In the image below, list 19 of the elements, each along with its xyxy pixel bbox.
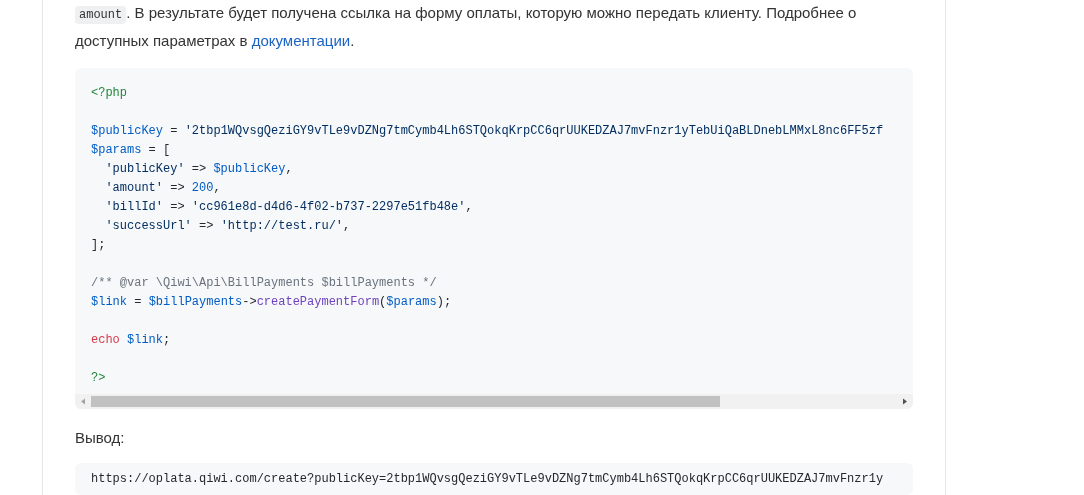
code-line: $link = $billPayments->createPaymentForm($params); [91, 294, 453, 311]
code-line: <?php [91, 85, 128, 102]
code-line: 'successUrl' => 'http://test.ru/', [104, 218, 352, 235]
code-line: 'publicKey' => $publicKey, [104, 161, 294, 178]
output-url: https://oplata.qiwi.com/create?publicKey=2tbp1WQvsgQeziGY9vTLe9vDZNg7tmCymb4Lh6STQokqKrpCC6qrUUKEDZAJ7mvFnzr1y [91, 471, 885, 487]
documentation-link[interactable]: документации [251, 32, 351, 49]
inline-code: amount [75, 6, 127, 24]
code-line: $params = [ [91, 142, 172, 159]
output-label: Вывод: [75, 428, 126, 448]
code-line: $publicKey = '2tbp1WQvsgQeziGY9vTLe9vDZNg7tmCymb4Lh6STQokqKrpCC6qrUUKEDZAJ7mvFnzr1yTebUiQaBLDnebLMMxL8nc6FF5zf [91, 123, 885, 140]
code-line: ]; [91, 237, 107, 254]
code-line: 'billId' => 'cc961e8d-d4d6-4f02-b737-2297e51fb48e', [104, 199, 474, 216]
code-line: 'amount' => 200, [104, 180, 222, 197]
horizontal-scrollbar[interactable] [75, 394, 913, 409]
code-line: /** @var \Qiwi\Api\BillPayments $billPayments */ [91, 275, 438, 292]
scrollbar-thumb[interactable] [91, 396, 720, 407]
intro-paragraph: amount . В результате будет получена ссылка на форму оплаты, которую можно передать клиенту. Подробнее о доступных параметрах в документации. [75, 3, 858, 51]
code-line: ?> [91, 370, 107, 387]
code-line: echo $link; [91, 332, 172, 349]
